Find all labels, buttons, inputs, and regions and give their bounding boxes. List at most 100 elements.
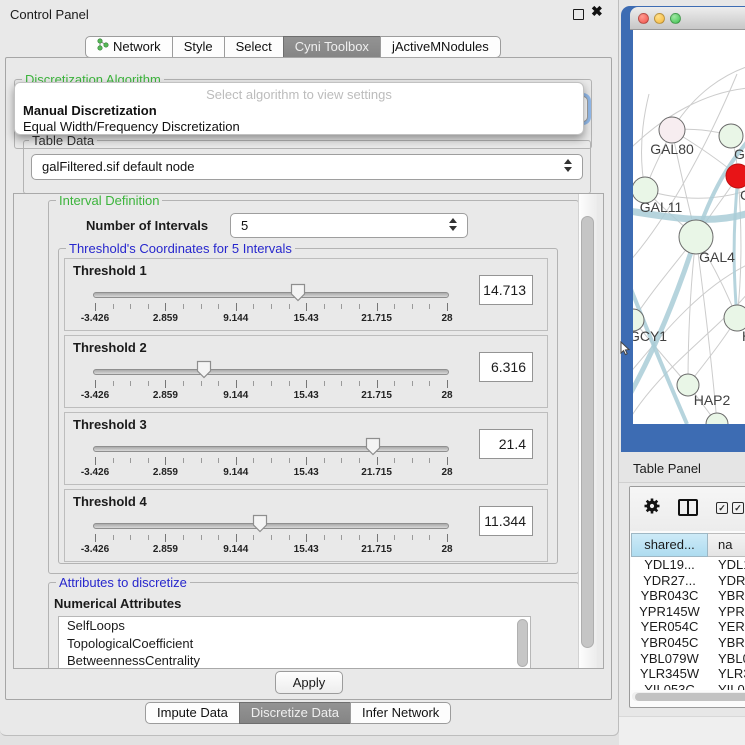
settings-scrollbar-thumb[interactable] [581, 216, 594, 648]
edge[interactable] [645, 190, 745, 198]
slider-tick-label: 15.43 [294, 544, 319, 555]
table-panel: ✓ ✓ shared... na YDL19...YDL1YDR27...YDR… [629, 486, 745, 708]
slider-tick-label: 15.43 [294, 390, 319, 401]
cell-name: YDL1 [708, 557, 745, 573]
tab-network[interactable]: Network [85, 36, 173, 58]
cyni-toolbox-content: Discretization Algorithm Select algorith… [5, 57, 612, 700]
column-header-shared-name[interactable]: shared... [631, 533, 708, 557]
network-view-window[interactable]: GAL80GACGAL11GAL4GCY1HHAP2 [621, 6, 745, 452]
network-canvas[interactable]: GAL80GACGAL11GAL4GCY1HHAP2 [633, 30, 745, 424]
table-row[interactable]: YDL19...YDL1 [631, 557, 745, 573]
tab-cyni-toolbox[interactable]: Cyni Toolbox [283, 36, 381, 58]
tab-select[interactable]: Select [224, 36, 284, 58]
table-data-select[interactable]: galFiltered.sif default node [31, 154, 583, 180]
cell-shared-name: YDR27... [631, 573, 708, 589]
column-header-name[interactable]: na [708, 533, 745, 557]
table-row[interactable]: YDR27...YDR2 [631, 573, 745, 589]
tab-label: Infer Network [362, 703, 439, 723]
network-window-titlebar[interactable] [630, 7, 745, 30]
threshold-value-field[interactable]: 6.316 [479, 352, 533, 382]
node-pink[interactable] [659, 117, 685, 143]
slider-thumb[interactable] [196, 360, 212, 379]
tab-label: Impute Data [157, 703, 228, 723]
slider-track[interactable] [93, 292, 449, 298]
panel-title: Control Panel [10, 7, 89, 22]
slider-tick-label: 9.144 [223, 313, 248, 324]
table-row[interactable]: YIL053CYIL0 [631, 682, 745, 690]
node-red[interactable] [726, 164, 745, 188]
edge[interactable] [672, 66, 745, 130]
table-row[interactable]: YBR045CYBR0 [631, 635, 745, 651]
tab-discretize-data[interactable]: Discretize Data [239, 702, 351, 724]
tab-label: Discretize Data [251, 703, 339, 723]
attributes-list-scrollbar[interactable] [517, 619, 528, 667]
tab-label: Style [184, 37, 213, 57]
slider-tick-label: 2.859 [153, 313, 178, 324]
threshold-panel-3: Threshold 3-3.4262.8599.14415.4321.71528… [64, 412, 548, 485]
apply-button[interactable]: Apply [275, 671, 343, 694]
table-horizontal-scrollbar[interactable] [632, 692, 745, 701]
list-item-selfloops[interactable]: SelfLoops [59, 617, 530, 635]
cell-shared-name: YPR145W [631, 604, 708, 620]
tab-jactivemnodules[interactable]: jActiveMNodules [380, 36, 501, 58]
tab-label: Select [236, 37, 272, 57]
close-button[interactable] [638, 13, 649, 24]
algorithm-dropdown-popup: Select algorithm to view settings Manual… [14, 82, 584, 135]
tab-impute-data[interactable]: Impute Data [145, 702, 240, 724]
split-table-icon[interactable] [678, 499, 698, 516]
edge[interactable] [642, 94, 649, 190]
node-top-green[interactable] [719, 124, 743, 148]
tab-label: jActiveMNodules [392, 37, 489, 57]
slider-tick-label: 21.715 [361, 544, 392, 555]
scrollbar-thumb[interactable] [635, 693, 745, 701]
minimize-button[interactable] [654, 13, 665, 24]
slider-thumb[interactable] [365, 437, 381, 456]
slider-tick-label: 15.43 [294, 313, 319, 324]
list-item-betweennesscentrality[interactable]: BetweennessCentrality [59, 652, 530, 669]
network-canvas-svg: GAL80GACGAL11GAL4GCY1HHAP2 [633, 30, 745, 424]
threshold-value-field[interactable]: 14.713 [479, 275, 533, 305]
tab-style[interactable]: Style [172, 36, 225, 58]
zoom-button[interactable] [670, 13, 681, 24]
table-row[interactable]: YBR043CYBR0 [631, 588, 745, 604]
threshold-value-field[interactable]: 21.4 [479, 429, 533, 459]
threshold-value-field[interactable]: 11.344 [479, 506, 533, 536]
float-panel-icon[interactable] [573, 9, 584, 20]
thresholds-group-title: Threshold's Coordinates for 5 Intervals [66, 241, 295, 256]
tab-infer-network[interactable]: Infer Network [350, 702, 451, 724]
slider-tick-label: 21.715 [361, 313, 392, 324]
dropdown-placeholder-option[interactable]: Select algorithm to view settings [15, 87, 583, 102]
dropdown-option-equal-width-frequency[interactable]: Equal Width/Frequency Discretization [23, 119, 240, 134]
table-row[interactable]: YER054CYER0 [631, 619, 745, 635]
slider-track[interactable] [93, 446, 449, 452]
table-data-group-title: Table Data [29, 133, 97, 148]
edge-highlighted[interactable] [734, 176, 738, 318]
slider-tick-label: 28 [441, 467, 452, 478]
slider-track[interactable] [93, 523, 449, 529]
slider-thumb[interactable] [290, 283, 306, 302]
node-label: GAL4 [699, 249, 735, 265]
slider-track[interactable] [93, 369, 449, 375]
node-label: C [740, 187, 745, 203]
checkbox-icon[interactable]: ✓ [732, 502, 744, 514]
slider-tick-label: 21.715 [361, 390, 392, 401]
table-row[interactable]: YLR345WYLR3 [631, 666, 745, 682]
checkbox-icon[interactable]: ✓ [716, 502, 728, 514]
bottom-tab-bar: Impute Data Discretize Data Infer Networ… [146, 702, 451, 724]
slider-ticks [65, 534, 547, 543]
node-bottom[interactable] [706, 413, 728, 424]
gear-icon[interactable] [643, 497, 661, 520]
slider-thumb[interactable] [252, 514, 268, 533]
table-panel-title: Table Panel [633, 461, 701, 476]
cell-name: YBL0 [708, 651, 745, 667]
node-label: GAL80 [650, 141, 694, 157]
number-of-intervals-select[interactable]: 5 [230, 213, 468, 238]
slider-tick-label: 9.144 [223, 544, 248, 555]
table-row[interactable]: YPR145WYPR1 [631, 604, 745, 620]
list-item-topologicalcoefficient[interactable]: TopologicalCoefficient [59, 635, 530, 653]
table-rows: YDL19...YDL1YDR27...YDR2YBR043CYBR0YPR14… [631, 557, 745, 690]
close-icon[interactable]: ✖ [591, 3, 603, 20]
table-row[interactable]: YBL079WYBL0 [631, 651, 745, 667]
attributes-group-title: Attributes to discretize [56, 575, 190, 590]
dropdown-option-manual-discretization[interactable]: Manual Discretization [23, 103, 157, 118]
